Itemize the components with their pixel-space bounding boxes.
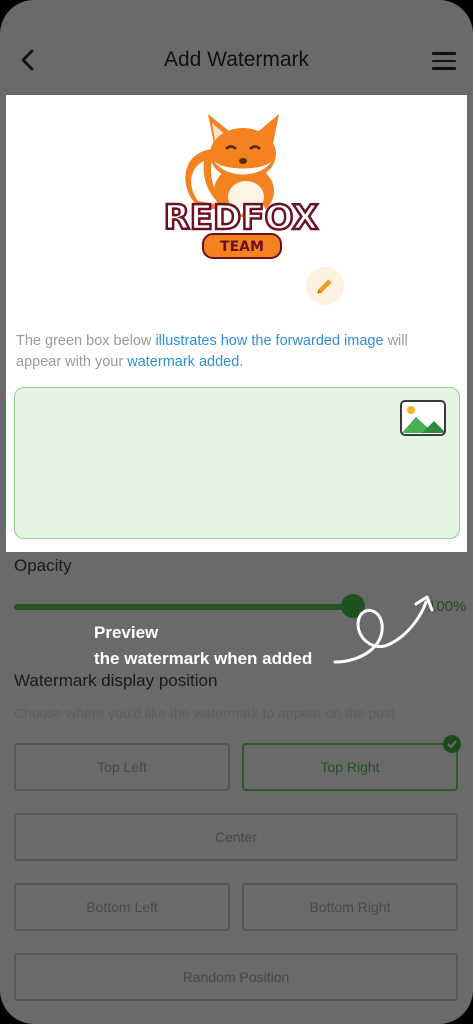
preview-annotation: Preview the watermark when added	[94, 620, 312, 672]
annotation-arrow-icon	[333, 595, 434, 664]
desc-text-1: The green box below	[16, 333, 156, 349]
logo-text-sub: TEAM	[220, 239, 264, 255]
preview-card: REDFOX TEAM The green box below illustra…	[6, 95, 467, 552]
annotation-line-1: Preview	[94, 623, 159, 642]
watermark-preview-box	[14, 387, 460, 539]
logo-text-main: REDFOX	[164, 198, 319, 238]
edit-logo-button[interactable]	[306, 267, 344, 305]
position-description: Choose where you'd like the watermark to…	[14, 705, 395, 721]
option-random-position[interactable]: Random Position	[14, 953, 458, 1001]
redfox-logo: REDFOX TEAM	[162, 114, 320, 259]
image-icon	[400, 400, 446, 436]
option-bottom-left[interactable]: Bottom Left	[14, 883, 230, 931]
app-bar: Add Watermark	[0, 0, 473, 95]
option-top-left[interactable]: Top Left	[14, 743, 230, 791]
pencil-icon	[317, 279, 332, 294]
desc-highlight-1: illustrates how the forwarded image	[155, 333, 384, 349]
opacity-label: Opacity	[14, 556, 72, 575]
page-title: Add Watermark	[163, 48, 310, 71]
option-bottom-right[interactable]: Bottom Right	[242, 883, 458, 931]
annotation-line-2: the watermark when added	[94, 649, 313, 668]
menu-icon[interactable]	[432, 52, 456, 70]
desc-highlight-2: watermark added.	[127, 354, 244, 370]
preview-description: The green box below illustrates how the …	[16, 331, 456, 373]
phone-screen: Add Watermark REDFOX TEAM The green box …	[0, 0, 473, 1024]
position-title: Watermark display position	[14, 671, 218, 690]
option-top-right[interactable]: Top Right	[242, 743, 458, 791]
check-icon	[443, 735, 461, 753]
option-center[interactable]: Center	[14, 813, 458, 861]
opacity-slider-track[interactable]	[14, 604, 354, 610]
